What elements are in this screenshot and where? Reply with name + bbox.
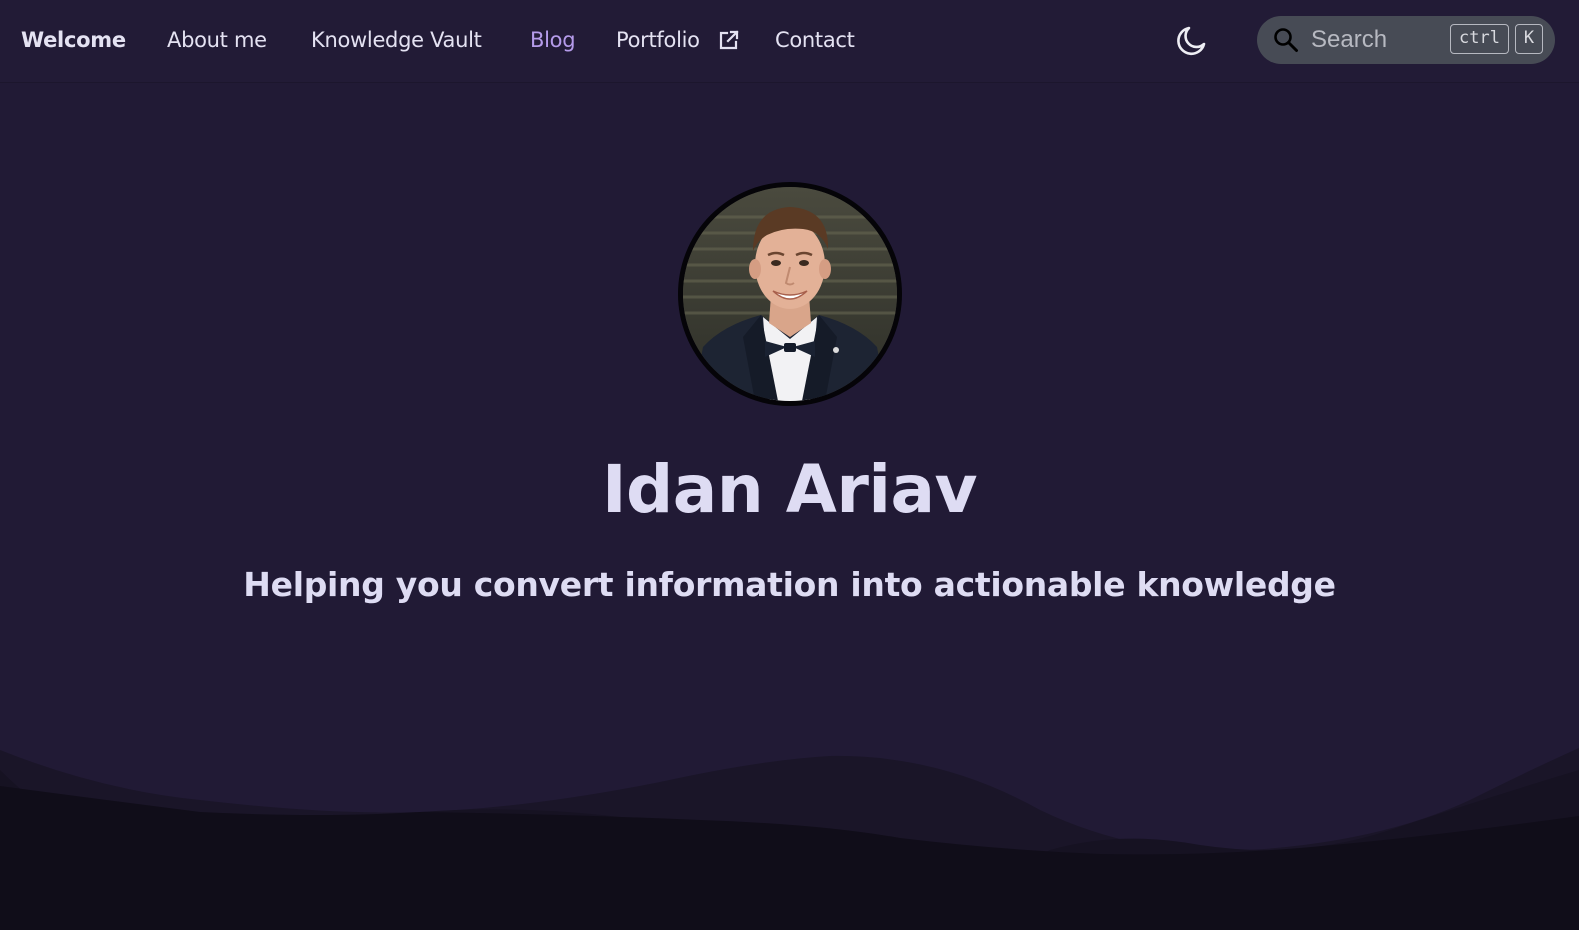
nav-portfolio-link[interactable]: Portfolio [616, 26, 700, 54]
external-link-icon [718, 29, 740, 51]
hero-name: Idan Ariav [601, 451, 978, 528]
search-placeholder: Search [1311, 26, 1388, 53]
shortcut-k-key: K [1515, 24, 1543, 54]
decorative-waves [0, 748, 1579, 930]
nav-knowledge-vault-link[interactable]: Knowledge Vault [311, 26, 482, 54]
search-icon [1273, 27, 1299, 53]
hero-tagline: Helping you convert information into act… [243, 565, 1336, 604]
page: Welcome About me Knowledge Vault Blog Po… [0, 0, 1579, 930]
top-navbar: Welcome About me Knowledge Vault Blog Po… [0, 0, 1579, 82]
nav-blog-link[interactable]: Blog [530, 26, 576, 54]
nav-about-link[interactable]: About me [167, 26, 267, 54]
nav-welcome-link[interactable]: Welcome [21, 26, 126, 54]
theme-toggle-button[interactable] [1174, 24, 1208, 58]
search-button[interactable]: Search ctrl K [1257, 16, 1555, 64]
shortcut-ctrl-key: ctrl [1450, 24, 1509, 54]
moon-icon [1174, 26, 1208, 62]
profile-avatar [678, 182, 902, 406]
nav-contact-link[interactable]: Contact [775, 26, 855, 54]
